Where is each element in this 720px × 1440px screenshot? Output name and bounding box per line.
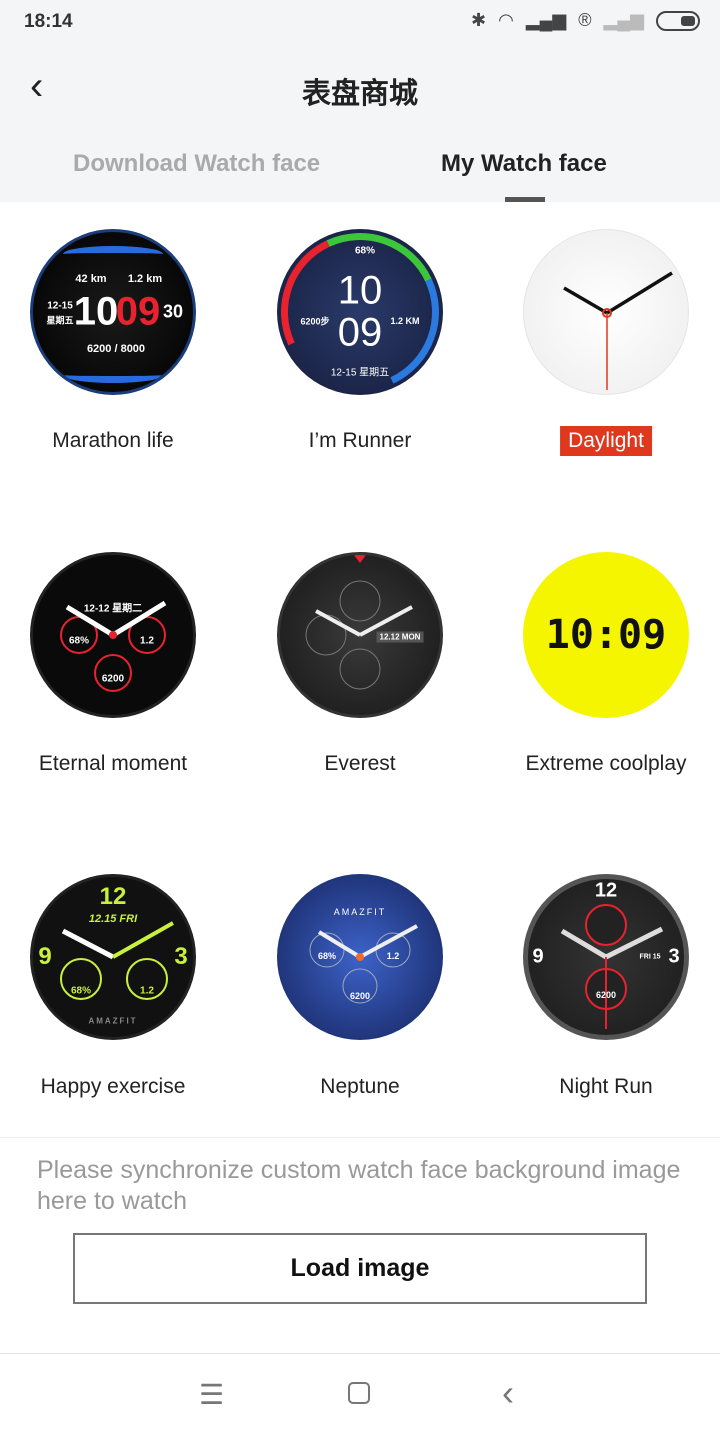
watch-face-extreme-coolplay[interactable]: 10:09 bbox=[523, 552, 689, 718]
bluetooth-icon: ✱ bbox=[471, 10, 487, 30]
registered-icon: ® bbox=[578, 10, 592, 30]
watch-face-label[interactable]: Neptune bbox=[320, 1075, 399, 1099]
watch-face-daylight[interactable] bbox=[523, 229, 689, 395]
watch-face-label[interactable]: Marathon life bbox=[52, 429, 173, 453]
watch-face-neptune[interactable]: AMAZFIT 68% 1.2 6200 bbox=[277, 874, 443, 1040]
nav-divider bbox=[0, 1353, 720, 1354]
analog-hands bbox=[563, 271, 673, 390]
watch-face-happy-exercise[interactable]: 12 12.15 FRI 9 3 68% 1.2 AMAZFIT bbox=[30, 874, 196, 1040]
sync-hint-text: Please synchronize custom watch face bac… bbox=[37, 1156, 681, 1215]
tab-my-watch-face[interactable]: My Watch face bbox=[441, 150, 607, 178]
load-image-button[interactable]: Load image bbox=[73, 1233, 647, 1304]
watch-face-label[interactable]: I’m Runner bbox=[309, 429, 412, 453]
watch-face-everest[interactable]: 12.12 MON bbox=[277, 552, 443, 718]
battery-icon bbox=[656, 10, 700, 31]
page-title: 表盘商城 bbox=[301, 78, 418, 110]
watch-face-night-run[interactable]: 12 9 3 FRI 15 6200 bbox=[523, 874, 689, 1040]
watch-face-marathon-life[interactable]: 42 km 1.2 km 12-15 星期五 10 09 30 6200 / 8… bbox=[30, 229, 196, 395]
watch-face-label[interactable]: Eternal moment bbox=[39, 752, 187, 776]
dial-decor bbox=[60, 600, 167, 692]
back-nav-icon[interactable]: ‹ bbox=[502, 1372, 514, 1414]
home-icon[interactable] bbox=[348, 1382, 370, 1404]
dial-decor bbox=[309, 924, 418, 1004]
status-time: 18:14 bbox=[24, 11, 73, 32]
watch-face-label[interactable]: Everest bbox=[324, 752, 395, 776]
watch-face-label[interactable]: Night Run bbox=[559, 1075, 652, 1099]
signal-icon: ▂▄▆ bbox=[525, 10, 567, 30]
watch-face-im-runner[interactable]: 68% 10 09 6200步 1.2 KM 12-15 星期五 bbox=[277, 229, 443, 395]
watch-face-label-selected[interactable]: Daylight bbox=[560, 426, 652, 456]
tab-download-watch-face[interactable]: Download Watch face bbox=[73, 150, 320, 178]
signal-weak-icon: ▂▄▆ bbox=[603, 10, 644, 30]
watch-face-eternal-moment[interactable]: 12-12 星期二 68% 1.2 6200 bbox=[30, 552, 196, 718]
active-tab-indicator bbox=[505, 197, 545, 202]
watch-face-label[interactable]: Extreme coolplay bbox=[525, 752, 686, 776]
watch-face-label[interactable]: Happy exercise bbox=[41, 1075, 186, 1099]
wifi-icon: ◠ bbox=[498, 10, 514, 30]
status-icons: ✱ ◠ ▂▄▆ ® ▂▄▆ bbox=[471, 10, 700, 31]
divider bbox=[0, 1137, 720, 1138]
menu-icon[interactable]: ☰ bbox=[199, 1378, 224, 1411]
